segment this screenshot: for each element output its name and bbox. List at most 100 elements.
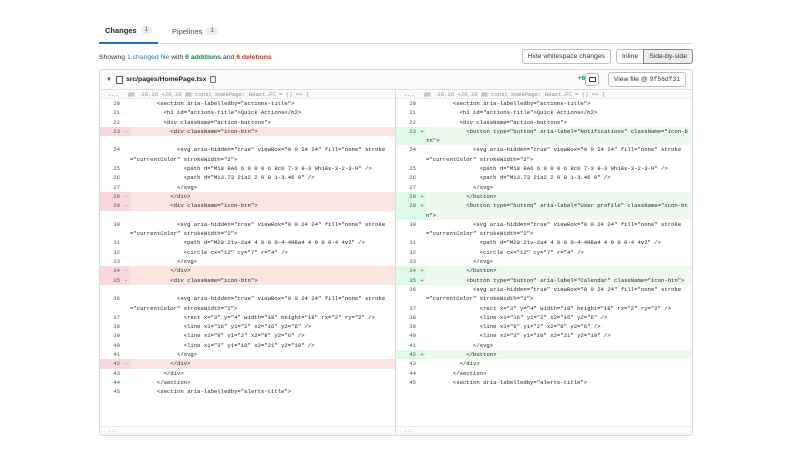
diff-line: 39 <line x1="8" y1="2" x2="8" y2="6" /> (100, 331, 395, 340)
file-path[interactable]: src/pages/HomePage.tsx (126, 76, 206, 83)
line-number[interactable]: 39 (396, 322, 418, 331)
code-text: <button type="button" aria-label="User p… (426, 202, 688, 219)
hide-whitespace-button[interactable]: Hide whitespace changes (521, 49, 611, 64)
line-number[interactable]: 42 (100, 359, 122, 369)
line-number[interactable]: 32 (100, 248, 122, 257)
line-number[interactable]: 37 (100, 313, 122, 322)
line-number[interactable] (100, 211, 122, 220)
change-marker (122, 211, 130, 220)
diff-summary: Showing 1 changed file with 6 additions … (99, 54, 272, 61)
line-number[interactable]: 42 (396, 350, 418, 360)
line-number[interactable]: 39 (100, 331, 122, 340)
change-marker (122, 220, 130, 239)
line-number[interactable]: 24 (100, 145, 122, 164)
line-number[interactable]: 20 (100, 99, 122, 108)
change-marker (418, 99, 426, 108)
diff-line: 37 <rect x="3" y="4" width="18" height="… (396, 304, 692, 313)
line-number[interactable]: 45 (100, 387, 122, 396)
line-number[interactable]: 35 (100, 275, 122, 285)
change-marker (122, 257, 130, 266)
line-number[interactable]: 34 (100, 266, 122, 276)
line-number[interactable]: 25 (396, 164, 418, 173)
diff-line: 31 <path d="M20 21v-2a4 4 0 0 0-4-4H8a4 … (100, 238, 395, 247)
view-file-button[interactable]: View file @ 9f56df31 (607, 72, 686, 87)
line-number[interactable]: 33 (396, 257, 418, 266)
line-number[interactable]: 26 (100, 173, 122, 182)
change-marker (122, 313, 130, 322)
line-number[interactable]: 43 (396, 359, 418, 368)
code-text: </button> (426, 192, 497, 200)
line-number[interactable]: 22 (396, 118, 418, 127)
line-number[interactable]: 23 (396, 126, 418, 146)
side-by-side-view-button[interactable]: Side-by-side (643, 49, 693, 64)
code-text: <path d="M18 8A6 6 0 0 0 6 8c0 7-3 9-3 9… (426, 165, 668, 173)
line-number[interactable]: 30 (396, 220, 418, 239)
line-number[interactable]: 20 (396, 99, 418, 108)
diff-line: 41 </svg> (396, 341, 692, 350)
line-number[interactable]: 40 (100, 341, 122, 350)
line-number[interactable]: 31 (100, 238, 122, 247)
line-number[interactable]: 22 (100, 118, 122, 127)
line-number[interactable]: 25 (100, 164, 122, 173)
comment-button[interactable] (585, 73, 599, 86)
diff-line: 26 <path d="M13.73 21a2 2 0 0 1-3.46 0" … (396, 173, 692, 182)
line-number[interactable]: 37 (396, 304, 418, 313)
code-text: </div> (130, 192, 191, 200)
code-text: <line x1="16" y1="2" x2="16" y2="6" /> (426, 313, 608, 321)
change-marker (122, 173, 130, 182)
line-number[interactable]: 29 (396, 201, 418, 220)
expand-lines-bottom[interactable]: ... (396, 426, 692, 435)
line-number[interactable]: 41 (100, 350, 122, 359)
line-number[interactable]: 38 (396, 313, 418, 322)
line-number[interactable]: 36 (396, 285, 418, 304)
inline-view-button[interactable]: Inline (615, 49, 645, 64)
line-number[interactable]: 45 (396, 378, 418, 387)
line-number[interactable]: 40 (396, 331, 418, 340)
line-number[interactable]: 43 (100, 369, 122, 378)
diff-line: 43 </div> (396, 359, 692, 368)
line-number[interactable]: 44 (396, 369, 418, 378)
expand-lines-button[interactable]: ... (396, 91, 424, 98)
diff-line (100, 136, 395, 146)
changed-files-link[interactable]: 1 changed file (127, 54, 169, 61)
change-marker: - (122, 359, 130, 369)
line-number[interactable]: 21 (396, 108, 418, 117)
code-text: </svg> (426, 258, 494, 266)
diff-line: 23 + <button type="button" aria-label="No… (396, 126, 692, 146)
line-number[interactable]: 33 (100, 257, 122, 266)
line-number[interactable]: 44 (100, 378, 122, 387)
line-number[interactable]: 21 (100, 108, 122, 117)
line-number[interactable]: 29 (100, 201, 122, 211)
expand-lines-button[interactable]: ... (100, 91, 128, 98)
change-marker (418, 220, 426, 239)
line-number[interactable] (100, 285, 122, 294)
line-number[interactable]: 23 (100, 126, 122, 137)
tab-changes[interactable]: Changes 1 (99, 18, 159, 44)
line-number[interactable]: 41 (396, 341, 418, 350)
diff-line: 26 <path d="M13.73 21a2 2 0 0 1-3.46 0" … (100, 173, 395, 182)
line-number[interactable]: 27 (396, 183, 418, 192)
line-number[interactable]: 28 (396, 191, 418, 202)
line-number[interactable]: 35 (396, 275, 418, 285)
line-number[interactable]: 28 (100, 191, 122, 202)
line-number[interactable]: 38 (100, 322, 122, 331)
change-marker (418, 108, 426, 117)
line-number[interactable]: 24 (396, 145, 418, 164)
diff-line: 28- </div> (100, 191, 395, 202)
expand-lines-bottom[interactable]: ... (100, 426, 395, 435)
copy-icon[interactable] (210, 76, 217, 83)
line-number[interactable]: 31 (396, 238, 418, 247)
line-number[interactable]: 26 (396, 173, 418, 182)
line-number[interactable]: 30 (100, 220, 122, 239)
code-text: <rect x="3" y="4" width="18" height="18"… (426, 304, 672, 312)
line-number[interactable]: 34 (396, 266, 418, 276)
line-number[interactable] (100, 136, 122, 145)
chevron-down-icon[interactable]: ▼ (106, 77, 112, 83)
line-number[interactable]: 27 (100, 183, 122, 192)
change-marker (122, 118, 130, 127)
summary-prefix: Showing (99, 53, 126, 61)
line-number[interactable]: 32 (396, 248, 418, 257)
tab-pipelines[interactable]: Pipelines 1 (166, 18, 224, 44)
line-number[interactable]: 36 (100, 294, 122, 313)
